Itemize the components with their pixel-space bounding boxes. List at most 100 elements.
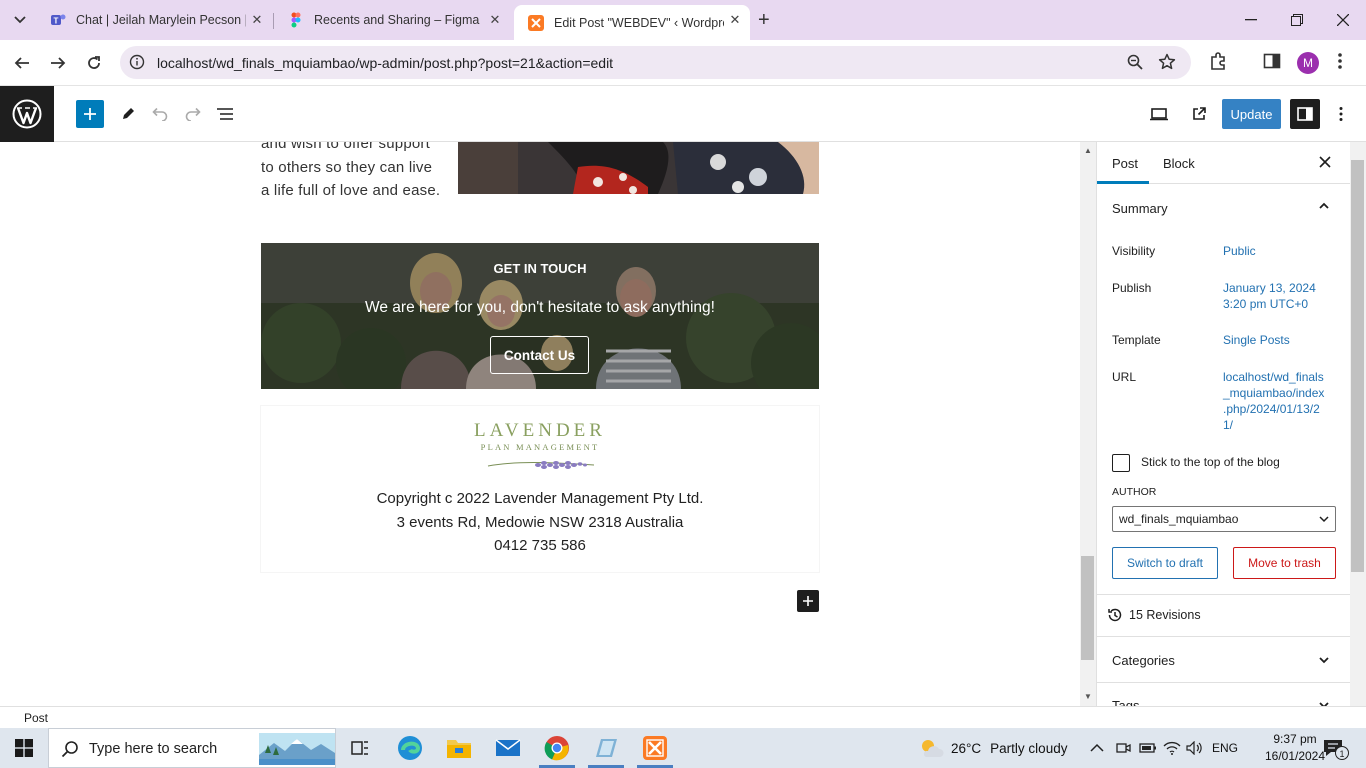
author-label: AUTHOR (1112, 486, 1157, 498)
block-inserter-button[interactable] (76, 100, 104, 128)
contact-us-button[interactable]: Contact Us (490, 336, 589, 374)
add-block-button[interactable] (797, 590, 819, 612)
publish-date-value[interactable]: January 13, 2024 3:20 pm UTC+0 (1223, 280, 1316, 312)
minimize-icon[interactable] (1228, 0, 1274, 40)
teams-icon: T (51, 14, 66, 26)
scrollbar-thumb[interactable] (1081, 556, 1094, 660)
browser-tab-wordpress[interactable]: Edit Post "WEBDEV" ‹ Wordpress ✕ (514, 5, 750, 40)
xampp-taskbar-icon[interactable] (631, 728, 679, 768)
scroll-up-icon[interactable]: ▲ (1084, 146, 1092, 155)
profile-avatar[interactable]: M (1297, 52, 1319, 74)
switch-to-draft-button[interactable]: Switch to draft (1112, 547, 1218, 579)
sticky-label[interactable]: Stick to the top of the blog (1141, 455, 1280, 469)
publish-time-line: 3:20 pm UTC+0 (1223, 297, 1309, 311)
summary-panel-title[interactable]: Summary (1112, 201, 1168, 216)
extensions-icon[interactable] (1209, 52, 1227, 72)
close-sidebar-icon[interactable] (1317, 154, 1333, 170)
footer-address[interactable]: 3 events Rd, Medowie NSW 2318 Australia (261, 514, 819, 531)
site-footer-block[interactable]: LAVENDER PLAN MANAGEMENT Copyright c 202… (261, 406, 819, 572)
clock-time: 9:37 pm (1273, 732, 1317, 746)
editor-canvas[interactable]: and wish to offer support to others so t… (0, 142, 1080, 706)
chevron-down-icon[interactable] (1318, 654, 1330, 666)
close-tab-icon[interactable]: ✕ (488, 13, 502, 27)
back-icon[interactable] (10, 51, 34, 75)
windows-start-icon[interactable] (0, 728, 48, 768)
preview-device-icon[interactable] (1148, 103, 1170, 125)
edge-browser-icon[interactable] (386, 728, 434, 768)
publish-date-line: January 13, 2024 (1223, 281, 1316, 295)
logo-name: LAVENDER (474, 420, 606, 441)
url-label: URL (1112, 370, 1137, 384)
get-in-touch-cover[interactable]: GET IN TOUCH We are here for you, don't … (261, 243, 819, 389)
visibility-value[interactable]: Public (1223, 243, 1256, 259)
notification-center-icon[interactable]: 1 (1322, 738, 1352, 760)
editor-header: Update (0, 86, 1366, 142)
chevron-down-icon[interactable] (1318, 699, 1330, 706)
cta-subheading[interactable]: We are here for you, don't hesitate to a… (261, 299, 819, 317)
input-language[interactable]: ENG (1212, 728, 1238, 768)
intro-paragraph[interactable]: and wish to offer support to others so t… (261, 142, 441, 203)
restore-icon[interactable] (1274, 0, 1320, 40)
redo-icon[interactable] (182, 103, 204, 125)
browser-menu-icon[interactable] (1337, 52, 1343, 70)
family-photo-image[interactable] (458, 142, 819, 194)
pencil-tools-icon[interactable] (117, 103, 139, 125)
template-value[interactable]: Single Posts (1223, 332, 1290, 348)
view-post-external-icon[interactable] (1188, 103, 1210, 125)
tab-search-icon[interactable] (8, 8, 32, 32)
tab-block[interactable]: Block (1163, 156, 1195, 171)
weather-widget[interactable]: 26°C Partly cloudy (918, 728, 1067, 768)
chevron-up-icon[interactable] (1318, 200, 1330, 212)
wordpress-logo-icon[interactable] (0, 86, 54, 142)
notification-count: 1 (1339, 749, 1344, 759)
block-breadcrumb[interactable]: Post (24, 711, 48, 725)
address-bar[interactable]: localhost/wd_finals_mquiambao/wp-admin/p… (120, 46, 1191, 79)
show-hidden-icons-icon[interactable] (1090, 728, 1104, 768)
tab-post[interactable]: Post (1112, 156, 1138, 171)
site-info-icon[interactable] (129, 54, 145, 70)
browser-tab-figma[interactable]: Recents and Sharing – Figma ✕ (274, 5, 510, 35)
forward-icon[interactable] (46, 51, 70, 75)
chrome-icon[interactable] (533, 728, 581, 768)
side-panel-icon[interactable] (1263, 52, 1281, 70)
battery-icon[interactable] (1139, 728, 1157, 768)
scroll-down-icon[interactable]: ▼ (1084, 692, 1092, 701)
post-url-value[interactable]: localhost/wd_finals _mquiambao/index .ph… (1223, 369, 1324, 433)
volume-icon[interactable] (1186, 728, 1204, 768)
file-explorer-icon[interactable] (435, 728, 483, 768)
mail-icon[interactable] (484, 728, 532, 768)
url-line: .php/2024/01/13/2 (1223, 402, 1320, 416)
settings-sidebar-toggle-icon[interactable] (1290, 99, 1320, 129)
meet-now-icon[interactable] (1115, 728, 1131, 768)
reload-icon[interactable] (82, 51, 106, 75)
url-text[interactable]: localhost/wd_finals_mquiambao/wp-admin/p… (157, 55, 613, 71)
sticky-checkbox[interactable] (1112, 454, 1130, 472)
close-tab-icon[interactable]: ✕ (728, 13, 742, 27)
move-to-trash-button[interactable]: Move to trash (1233, 547, 1336, 579)
new-tab-icon[interactable]: + (758, 9, 770, 31)
scrollbar-thumb[interactable] (1351, 160, 1364, 572)
categories-panel-title[interactable]: Categories (1112, 653, 1175, 668)
document-overview-icon[interactable] (214, 103, 236, 125)
taskbar-search-box[interactable]: Type here to search (48, 728, 336, 768)
taskbar-clock[interactable]: 9:37 pm 16/01/2024 (1263, 731, 1327, 765)
zoom-icon[interactable] (1127, 54, 1143, 70)
cta-heading[interactable]: GET IN TOUCH (261, 261, 819, 276)
author-select[interactable]: wd_finals_mquiambao (1112, 506, 1336, 532)
update-button[interactable]: Update (1222, 99, 1281, 129)
bookmark-star-icon[interactable] (1158, 53, 1176, 71)
revisions-link[interactable]: 15 Revisions (1107, 607, 1201, 623)
app-window-icon[interactable] (582, 728, 630, 768)
close-tab-icon[interactable]: ✕ (250, 13, 264, 27)
undo-icon[interactable] (149, 103, 171, 125)
browser-tab-teams[interactable]: T Chat | Jeilah Marylein Pecson | Micros… (36, 5, 272, 35)
tags-panel-title[interactable]: Tags (1112, 698, 1139, 706)
wifi-icon[interactable] (1163, 728, 1181, 768)
footer-phone[interactable]: 0412 735 586 (261, 537, 819, 554)
task-view-icon[interactable] (336, 728, 384, 768)
footer-copyright[interactable]: Copyright c 2022 Lavender Management Pty… (261, 490, 819, 507)
sidebar-scrollbar[interactable] (1350, 142, 1366, 706)
options-menu-icon[interactable] (1330, 103, 1352, 125)
close-window-icon[interactable] (1320, 0, 1366, 40)
canvas-scrollbar[interactable]: ▲ ▼ (1080, 142, 1096, 706)
